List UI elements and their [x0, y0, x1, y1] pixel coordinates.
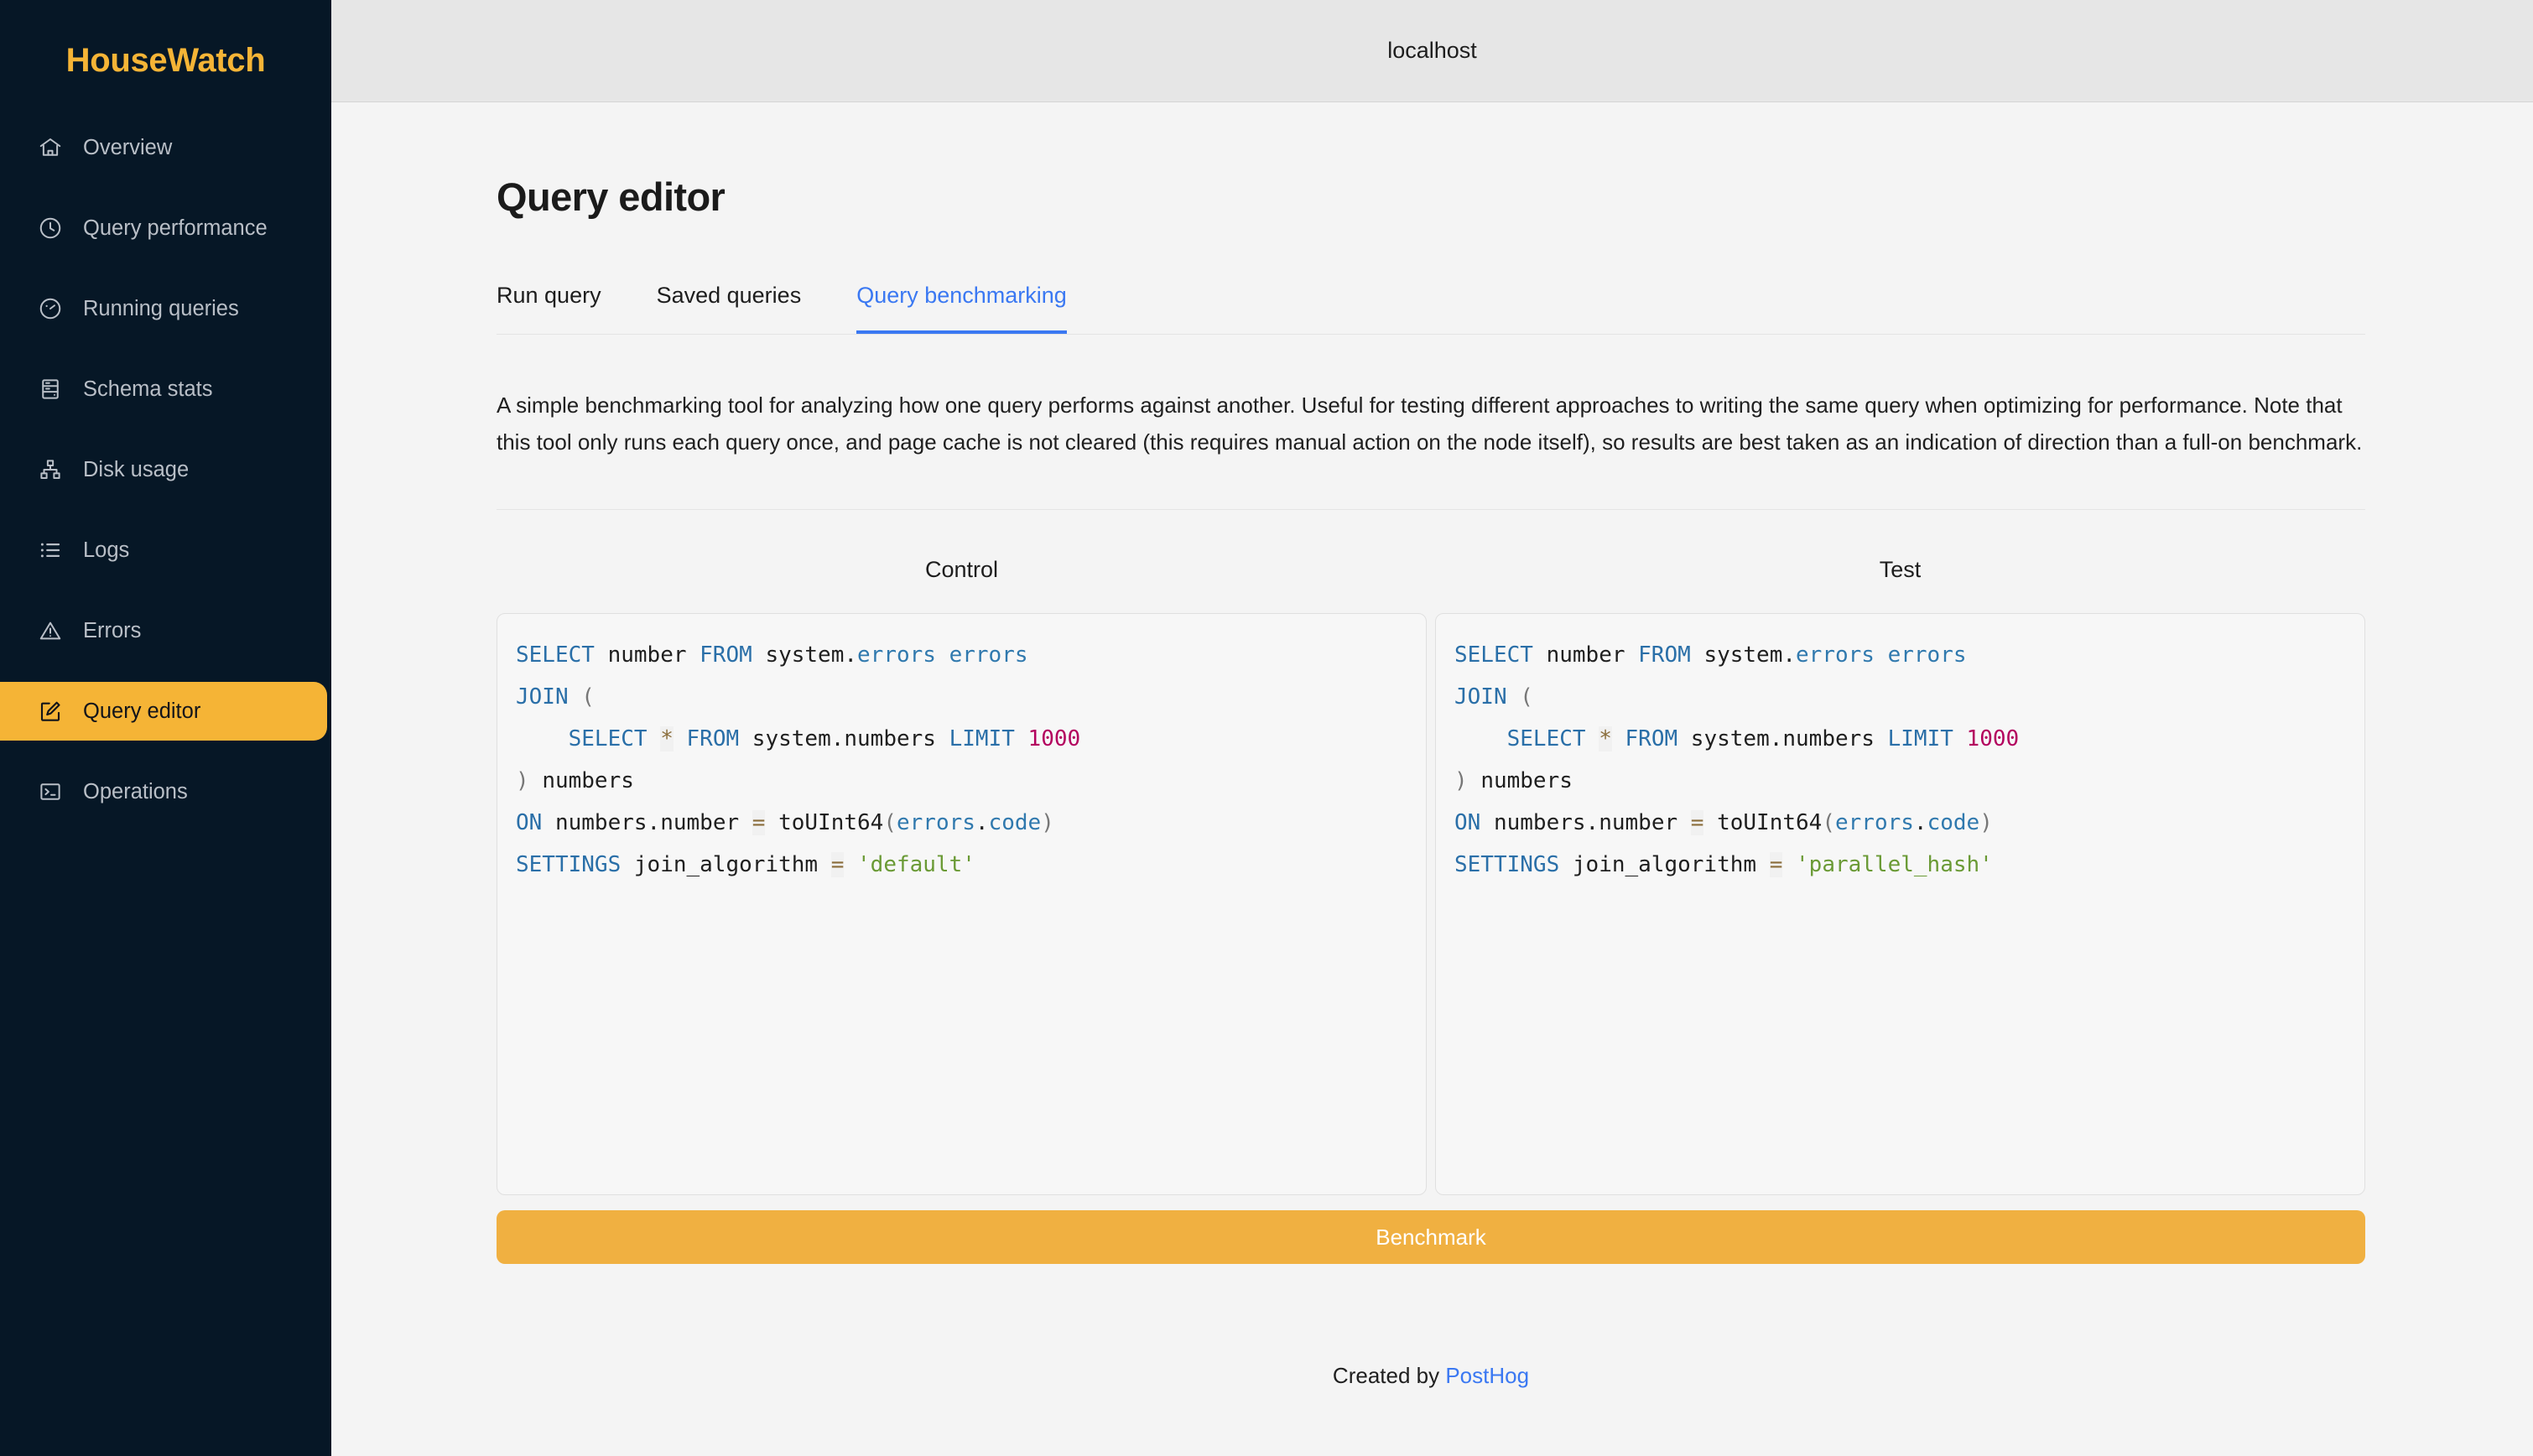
main-area: localhost Query editor Run query Saved q…: [331, 0, 2533, 1456]
sidebar-item-label: Overview: [83, 135, 173, 159]
home-icon: [38, 135, 63, 160]
tab-run-query[interactable]: Run query: [497, 283, 601, 334]
sidebar-item-label: Disk usage: [83, 457, 190, 481]
sidebar-item-label: Query editor: [83, 699, 201, 723]
footer-prefix: Created by: [1332, 1363, 1446, 1388]
page-title: Query editor: [497, 174, 726, 219]
test-label: Test: [1879, 557, 1922, 582]
footer: Created by PostHog: [497, 1363, 2365, 1389]
sidebar-item-running-queries[interactable]: Running queries: [0, 279, 331, 338]
page-content: Query editor Run query Saved queries Que…: [331, 102, 2533, 1456]
test-column: Test SELECT number FROM system.errors er…: [1435, 557, 2365, 1195]
editor-columns: Control SELECT number FROM system.errors…: [497, 557, 2365, 1195]
sidebar-item-disk-usage[interactable]: Disk usage: [0, 440, 331, 499]
server-icon: [38, 377, 63, 402]
sidebar-item-query-performance[interactable]: Query performance: [0, 199, 331, 257]
control-column: Control SELECT number FROM system.errors…: [497, 557, 1427, 1195]
list-icon: [38, 538, 63, 563]
sitemap-icon: [38, 457, 63, 482]
tab-saved-queries[interactable]: Saved queries: [657, 283, 802, 334]
tab-bar: Run query Saved queries Query benchmarki…: [497, 283, 2365, 335]
control-label: Control: [924, 557, 999, 582]
clock-icon: [38, 216, 63, 241]
control-query-editor[interactable]: SELECT number FROM system.errors errors …: [497, 613, 1427, 1195]
sidebar-item-label: Running queries: [83, 296, 239, 320]
test-query-editor[interactable]: SELECT number FROM system.errors errors …: [1435, 613, 2365, 1195]
topbar: localhost: [331, 0, 2533, 102]
app-root: HouseWatch Overview Query performance Ru…: [0, 0, 2533, 1456]
sidebar-item-schema-stats[interactable]: Schema stats: [0, 360, 331, 419]
sidebar-item-label: Schema stats: [83, 377, 213, 401]
sidebar-item-query-editor[interactable]: Query editor: [0, 682, 327, 741]
gauge-icon: [38, 296, 63, 321]
sidebar-nav: Overview Query performance Running queri…: [0, 118, 331, 843]
sidebar-item-logs[interactable]: Logs: [0, 521, 331, 580]
sidebar-item-operations[interactable]: Operations: [0, 762, 331, 821]
section-divider: [497, 509, 2365, 510]
sidebar-item-label: Errors: [83, 618, 142, 642]
sidebar-item-errors[interactable]: Errors: [0, 601, 331, 660]
brand-logo: HouseWatch: [65, 42, 266, 79]
sidebar-item-label: Logs: [83, 538, 130, 562]
sidebar-item-label: Query performance: [83, 216, 268, 240]
edit-square-icon: [38, 699, 63, 724]
warning-triangle-icon: [38, 618, 63, 643]
sidebar: HouseWatch Overview Query performance Ru…: [0, 0, 331, 1456]
benchmark-button[interactable]: Benchmark: [497, 1210, 2365, 1264]
host-label: localhost: [1387, 38, 1477, 63]
posthog-link[interactable]: PostHog: [1445, 1363, 1529, 1388]
sidebar-item-label: Operations: [83, 779, 188, 803]
terminal-icon: [38, 779, 63, 804]
tab-query-benchmarking[interactable]: Query benchmarking: [856, 283, 1067, 334]
sidebar-item-overview[interactable]: Overview: [0, 118, 331, 177]
description-text: A simple benchmarking tool for analyzing…: [497, 393, 2363, 455]
